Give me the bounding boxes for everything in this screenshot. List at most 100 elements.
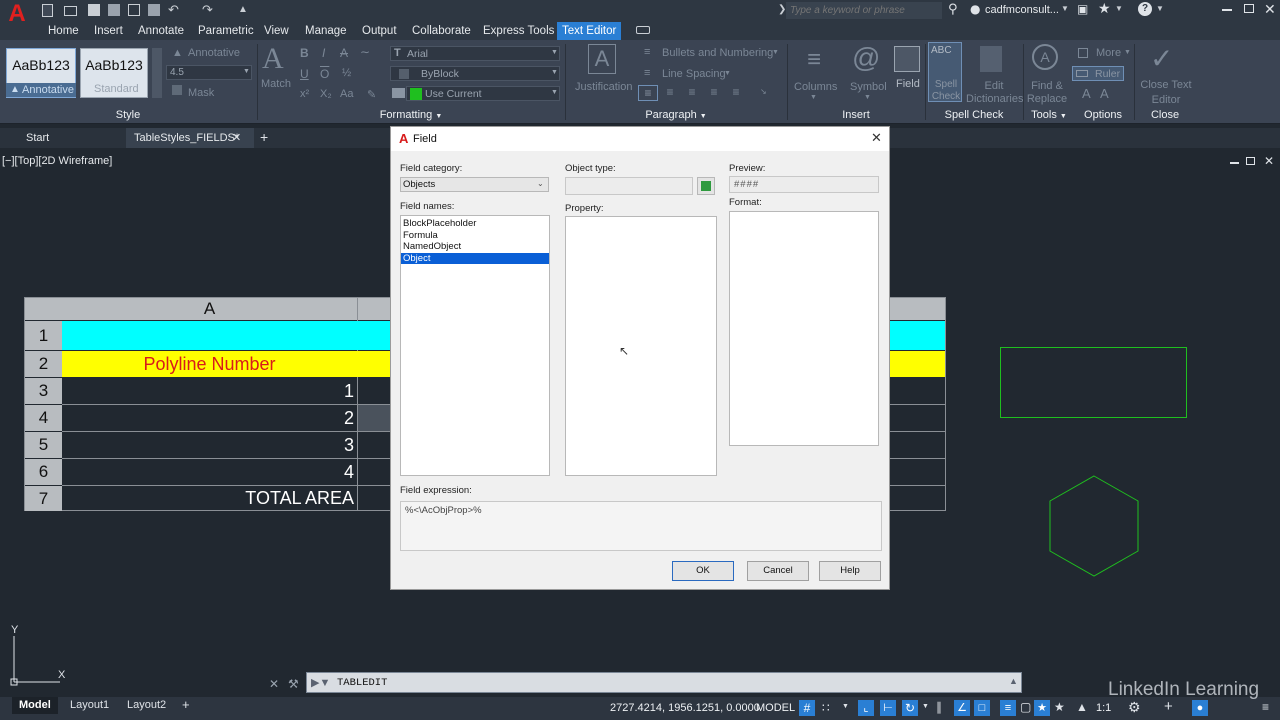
ruler-button[interactable]: Ruler: [1072, 66, 1124, 81]
isodraft-icon[interactable]: ∥: [936, 700, 942, 714]
field-icon[interactable]: [894, 46, 920, 72]
close-icon[interactable]: ✕: [1264, 1, 1276, 18]
undo-icon[interactable]: ↶: [168, 2, 179, 18]
command-prompt-icon[interactable]: ▶▼: [311, 676, 330, 689]
align-center-icon[interactable]: ≡: [660, 85, 680, 101]
exchange-icon[interactable]: ★: [1098, 1, 1111, 17]
row-number[interactable]: 5: [25, 432, 62, 458]
row-number[interactable]: 7: [25, 486, 62, 511]
new-icon[interactable]: [42, 4, 53, 17]
save-as-icon[interactable]: [108, 4, 120, 16]
annotation-scale-icon[interactable]: ▲: [1076, 700, 1088, 714]
annotation-visibility-icon[interactable]: ★: [1034, 700, 1050, 716]
layout-tab-model[interactable]: Model: [19, 699, 51, 711]
line-spacing-button[interactable]: Line Spacing: [662, 68, 726, 80]
snap-dropdown-icon[interactable]: ▼: [842, 703, 849, 710]
format-list[interactable]: [729, 211, 879, 446]
align-right-icon[interactable]: ≡: [682, 85, 702, 101]
dynamic-input-icon[interactable]: ⊢: [880, 700, 896, 716]
columns-button[interactable]: Columns: [794, 81, 837, 93]
close-editor-icon[interactable]: ✓: [1150, 42, 1173, 75]
tab-express-tools[interactable]: Express Tools: [478, 22, 559, 40]
edit-dictionaries-button[interactable]: Edit Dictionaries: [966, 80, 1023, 106]
layout-tab-layout2[interactable]: Layout2: [127, 699, 166, 711]
workspace-switch-icon[interactable]: ⚙: [1128, 699, 1141, 716]
match-icon[interactable]: A: [262, 42, 284, 76]
field-category-select[interactable]: Objects ⌄: [400, 177, 549, 192]
align-left-icon[interactable]: ≡: [638, 85, 658, 101]
annotation-scale-value[interactable]: 1:1: [1096, 702, 1111, 714]
doc-tab-start[interactable]: Start: [26, 128, 49, 148]
add-layout-icon[interactable]: +: [182, 697, 190, 712]
overline-icon[interactable]: O: [320, 67, 329, 81]
tab-collaborate[interactable]: Collaborate: [407, 22, 476, 40]
user-name[interactable]: cadfmconsult...: [985, 4, 1059, 16]
columns-icon[interactable]: ≡: [800, 46, 828, 74]
field-names-list[interactable]: BlockPlaceholder Formula NamedObject Obj…: [400, 215, 550, 476]
justification-button[interactable]: Justification: [575, 81, 632, 93]
layout-tab-layout1[interactable]: Layout1: [70, 699, 109, 711]
tab-text-editor[interactable]: Text Editor: [557, 22, 622, 40]
help-dropdown-icon[interactable]: ▼: [1156, 4, 1164, 13]
annotative-toggle[interactable]: Annotative: [188, 47, 240, 59]
table-cell-row2[interactable]: Polyline Number: [62, 351, 357, 377]
field-name-item[interactable]: Formula: [401, 230, 549, 242]
annotation-autoscale-icon[interactable]: ★: [1054, 700, 1065, 714]
clear-formatting-icon[interactable]: ✎: [367, 88, 376, 101]
redo-icon[interactable]: ↷: [202, 2, 213, 18]
help-icon[interactable]: ?: [1138, 2, 1152, 16]
tab-parametric[interactable]: Parametric: [193, 22, 259, 40]
transparency-icon[interactable]: ▢: [1020, 700, 1031, 714]
field-name-item-selected[interactable]: Object: [401, 252, 549, 264]
field-expression-box[interactable]: %<\AcObjProp>%: [400, 501, 882, 551]
open-icon[interactable]: [64, 6, 77, 16]
row-number[interactable]: 4: [25, 405, 62, 431]
style-gallery-scroll[interactable]: [152, 48, 162, 98]
distribute-icon[interactable]: ≡: [726, 85, 746, 101]
user-icon[interactable]: ●: [970, 2, 980, 16]
customization-icon[interactable]: ≡: [1262, 700, 1269, 714]
table-cell[interactable]: 1: [62, 378, 354, 404]
exchange-dropdown-icon[interactable]: ▼: [1115, 4, 1123, 13]
table-cell[interactable]: 3: [62, 432, 354, 458]
property-list[interactable]: [565, 216, 717, 476]
strikethrough-icon[interactable]: A: [340, 46, 348, 60]
field-name-item[interactable]: BlockPlaceholder: [401, 218, 549, 230]
tab-view[interactable]: View: [259, 22, 294, 40]
justification-icon[interactable]: A: [588, 44, 616, 74]
help-button[interactable]: Help: [819, 561, 881, 581]
rectangle-object[interactable]: [1000, 347, 1187, 418]
share-icon[interactable]: ▲: [238, 4, 248, 15]
cancel-button[interactable]: Cancel: [747, 561, 809, 581]
search-icon[interactable]: ⚲: [948, 2, 958, 17]
dialog-close-icon[interactable]: ✕: [871, 130, 882, 146]
ok-button[interactable]: OK: [672, 561, 734, 581]
model-space-button[interactable]: MODEL: [756, 702, 795, 714]
find-replace-button[interactable]: Find & Replace: [1026, 80, 1068, 106]
color-combo[interactable]: ByBlock ▼: [390, 66, 560, 81]
lineweight-icon[interactable]: ≡: [1000, 700, 1016, 716]
underline-icon[interactable]: U: [300, 67, 309, 81]
formatting-panel-label[interactable]: Formatting ▼: [258, 107, 564, 123]
command-close-icon[interactable]: ✕: [269, 677, 279, 691]
viewport-minimize-icon[interactable]: [1230, 162, 1239, 164]
isolate-objects-icon[interactable]: ●: [1192, 700, 1208, 716]
bullets-numbering-button[interactable]: Bullets and Numbering: [662, 47, 773, 59]
tab-output[interactable]: Output: [357, 22, 402, 40]
tab-insert[interactable]: Insert: [89, 22, 128, 40]
tab-manage[interactable]: Manage: [300, 22, 352, 40]
command-line[interactable]: ▶▼ TABLEDIT ▲: [306, 672, 1022, 693]
hexagon-object[interactable]: [1046, 474, 1142, 578]
paragraph-panel-label[interactable]: Paragraph ▼: [566, 107, 786, 123]
font-options-icon[interactable]: ∼: [360, 45, 370, 59]
ribbon-minimize-icon[interactable]: [636, 26, 650, 34]
table-cell-total-area[interactable]: TOTAL AREA: [62, 486, 354, 511]
web-mobile-icon[interactable]: [128, 4, 140, 16]
doc-tab-close-icon[interactable]: ✕: [232, 131, 241, 144]
viewport-close-icon[interactable]: ✕: [1264, 154, 1274, 168]
snap-icon[interactable]: ∷: [822, 701, 830, 715]
find-replace-icon[interactable]: A: [1032, 44, 1058, 70]
symbol-button[interactable]: Symbol: [850, 81, 887, 93]
row-number[interactable]: 2: [25, 351, 62, 377]
coordinates-readout[interactable]: 2727.4214, 1956.1251, 0.0000: [610, 702, 760, 714]
